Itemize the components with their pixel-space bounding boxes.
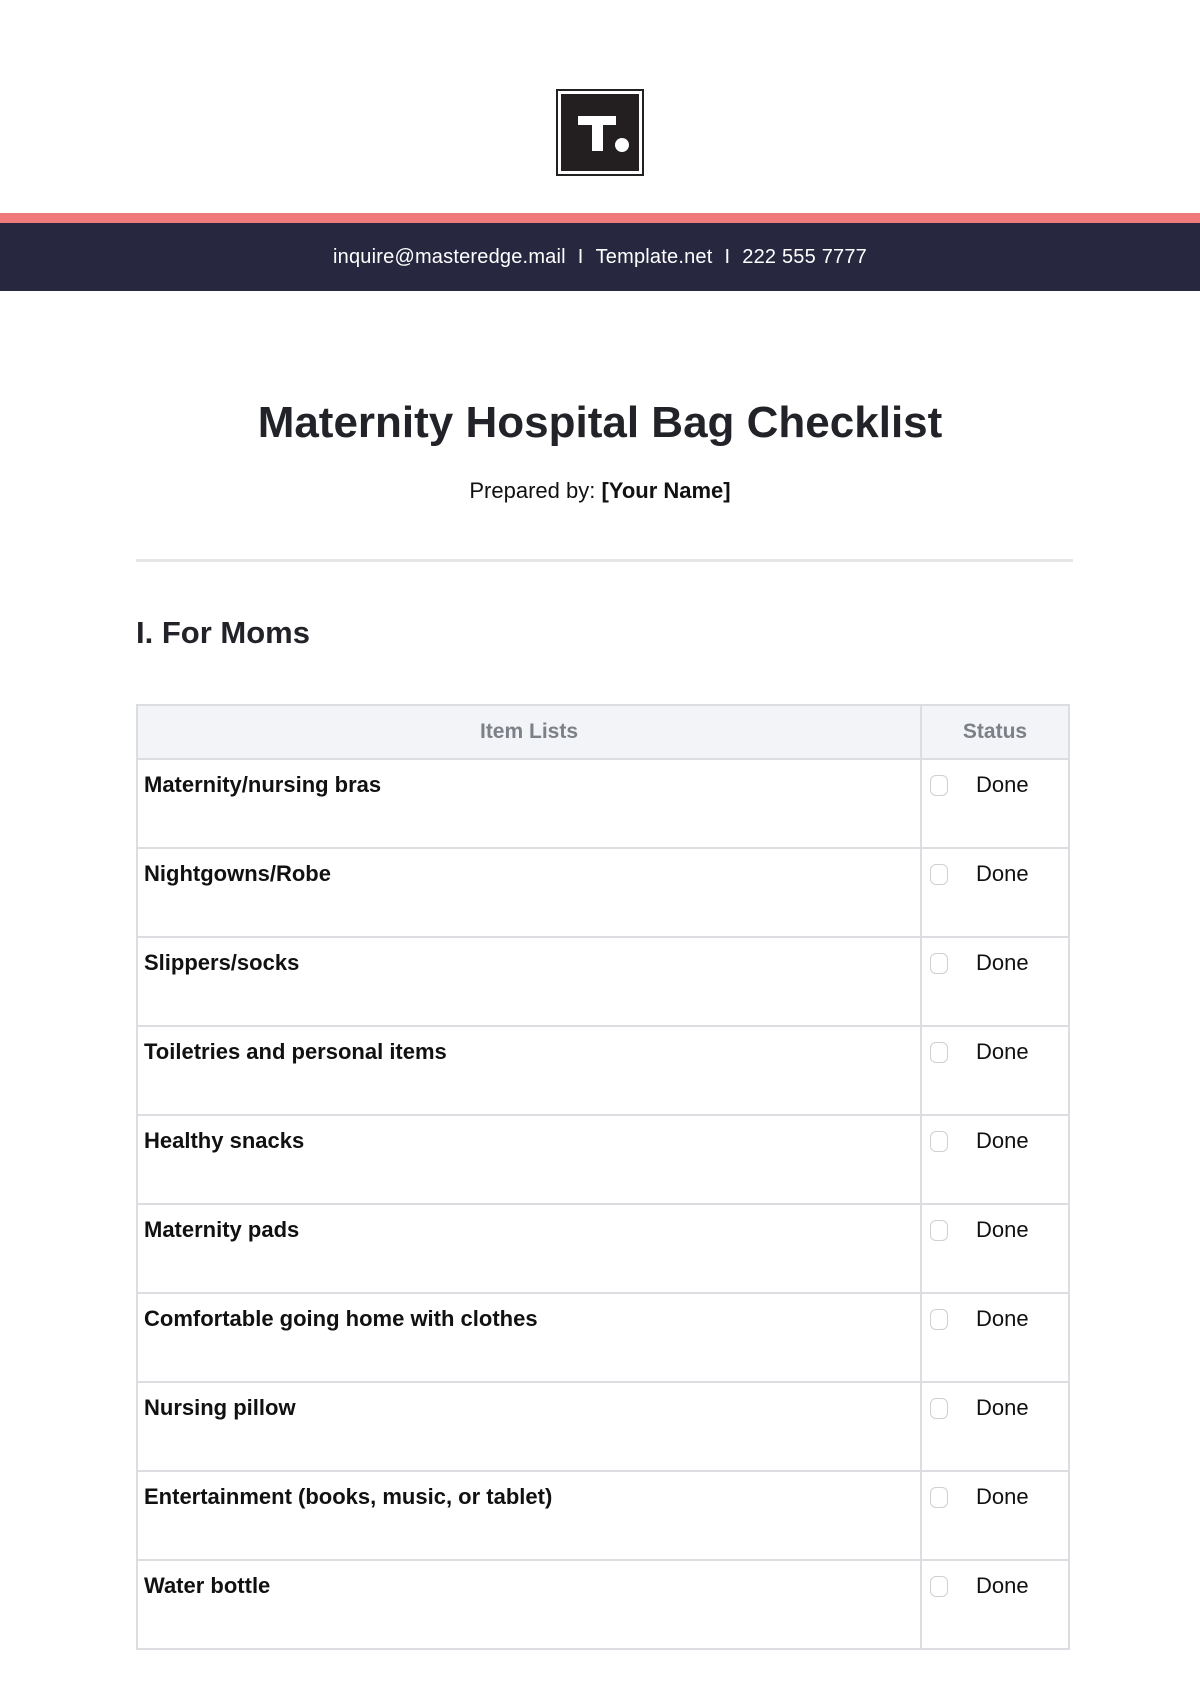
contact-website[interactable]: Template.net	[596, 246, 713, 269]
status-cell: Done	[920, 758, 1070, 849]
contact-phone: 222 555 7777	[742, 245, 867, 268]
checkbox[interactable]	[930, 953, 948, 974]
column-header-status: Status	[920, 704, 1070, 760]
checkbox[interactable]	[930, 1309, 948, 1330]
item-name: Maternity pads	[136, 1203, 922, 1294]
contact-separator: I	[724, 245, 731, 268]
status-cell: Done	[920, 847, 1070, 938]
item-name: Toiletries and personal items	[136, 1025, 922, 1116]
status-label: Done	[976, 861, 1029, 886]
checkbox[interactable]	[930, 1042, 948, 1063]
status-label: Done	[976, 1306, 1029, 1331]
table-row: Water bottle Done	[136, 1559, 1070, 1650]
checkbox[interactable]	[930, 1398, 948, 1419]
item-name: Entertainment (books, music, or tablet)	[136, 1470, 922, 1561]
table-row: Healthy snacks Done	[136, 1114, 1070, 1205]
status-cell: Done	[920, 936, 1070, 1027]
status-label: Done	[976, 1217, 1029, 1242]
status-label: Done	[976, 1395, 1029, 1420]
checkbox[interactable]	[930, 1220, 948, 1241]
table-row: Maternity/nursing bras Done	[136, 758, 1070, 849]
status-label: Done	[976, 1128, 1029, 1153]
status-cell: Done	[920, 1381, 1070, 1472]
status-cell: Done	[920, 1470, 1070, 1561]
status-label: Done	[976, 1039, 1029, 1064]
section-heading: I. For Moms	[136, 615, 310, 650]
status-cell: Done	[920, 1292, 1070, 1383]
table-row: Entertainment (books, music, or tablet) D…	[136, 1470, 1070, 1561]
accent-bar	[0, 213, 1200, 223]
column-header-items: Item Lists	[136, 704, 922, 760]
divider	[136, 559, 1073, 562]
item-name: Water bottle	[136, 1559, 922, 1650]
status-cell: Done	[920, 1203, 1070, 1294]
table-row: Nightgowns/Robe Done	[136, 847, 1070, 938]
status-cell: Done	[920, 1025, 1070, 1116]
item-name: Slippers/socks	[136, 936, 922, 1027]
status-cell: Done	[920, 1114, 1070, 1205]
checklist-table: Item Lists Status Maternity/nursing bras…	[136, 704, 1070, 1650]
item-name: Nursing pillow	[136, 1381, 922, 1472]
table-row: Toiletries and personal items Done	[136, 1025, 1070, 1116]
template-t-logo-icon	[561, 94, 639, 171]
prepared-by-label: Prepared by:	[469, 478, 596, 503]
prepared-by-name: [Your Name]	[601, 478, 731, 503]
checkbox[interactable]	[930, 864, 948, 885]
item-name: Maternity/nursing bras	[136, 758, 922, 849]
document-title: Maternity Hospital Bag Checklist	[257, 398, 943, 447]
table-row: Nursing pillow Done	[136, 1381, 1070, 1472]
status-label: Done	[976, 772, 1029, 797]
checkbox[interactable]	[930, 1576, 948, 1597]
table-header-row: Item Lists Status	[136, 704, 1070, 760]
table-row: Slippers/socks Done	[136, 936, 1070, 1027]
checkbox[interactable]	[930, 1131, 948, 1152]
contact-separator: I	[577, 245, 584, 268]
template-logo	[556, 89, 644, 176]
status-cell: Done	[920, 1559, 1070, 1650]
item-name: Comfortable going home with clothes	[136, 1292, 922, 1383]
status-label: Done	[976, 1573, 1029, 1598]
status-label: Done	[976, 950, 1029, 975]
checkbox[interactable]	[930, 775, 948, 796]
status-label: Done	[976, 1484, 1029, 1509]
item-name: Nightgowns/Robe	[136, 847, 922, 938]
item-name: Healthy snacks	[136, 1114, 922, 1205]
table-row: Comfortable going home with clothes Done	[136, 1292, 1070, 1383]
contact-email[interactable]: inquire@masteredge.mail	[333, 246, 566, 269]
prepared-by: Prepared by: [Your Name]	[0, 478, 1200, 504]
table-row: Maternity pads Done	[136, 1203, 1070, 1294]
checkbox[interactable]	[930, 1487, 948, 1508]
contact-bar: inquire@masteredge.mail I Template.net I…	[0, 223, 1200, 291]
